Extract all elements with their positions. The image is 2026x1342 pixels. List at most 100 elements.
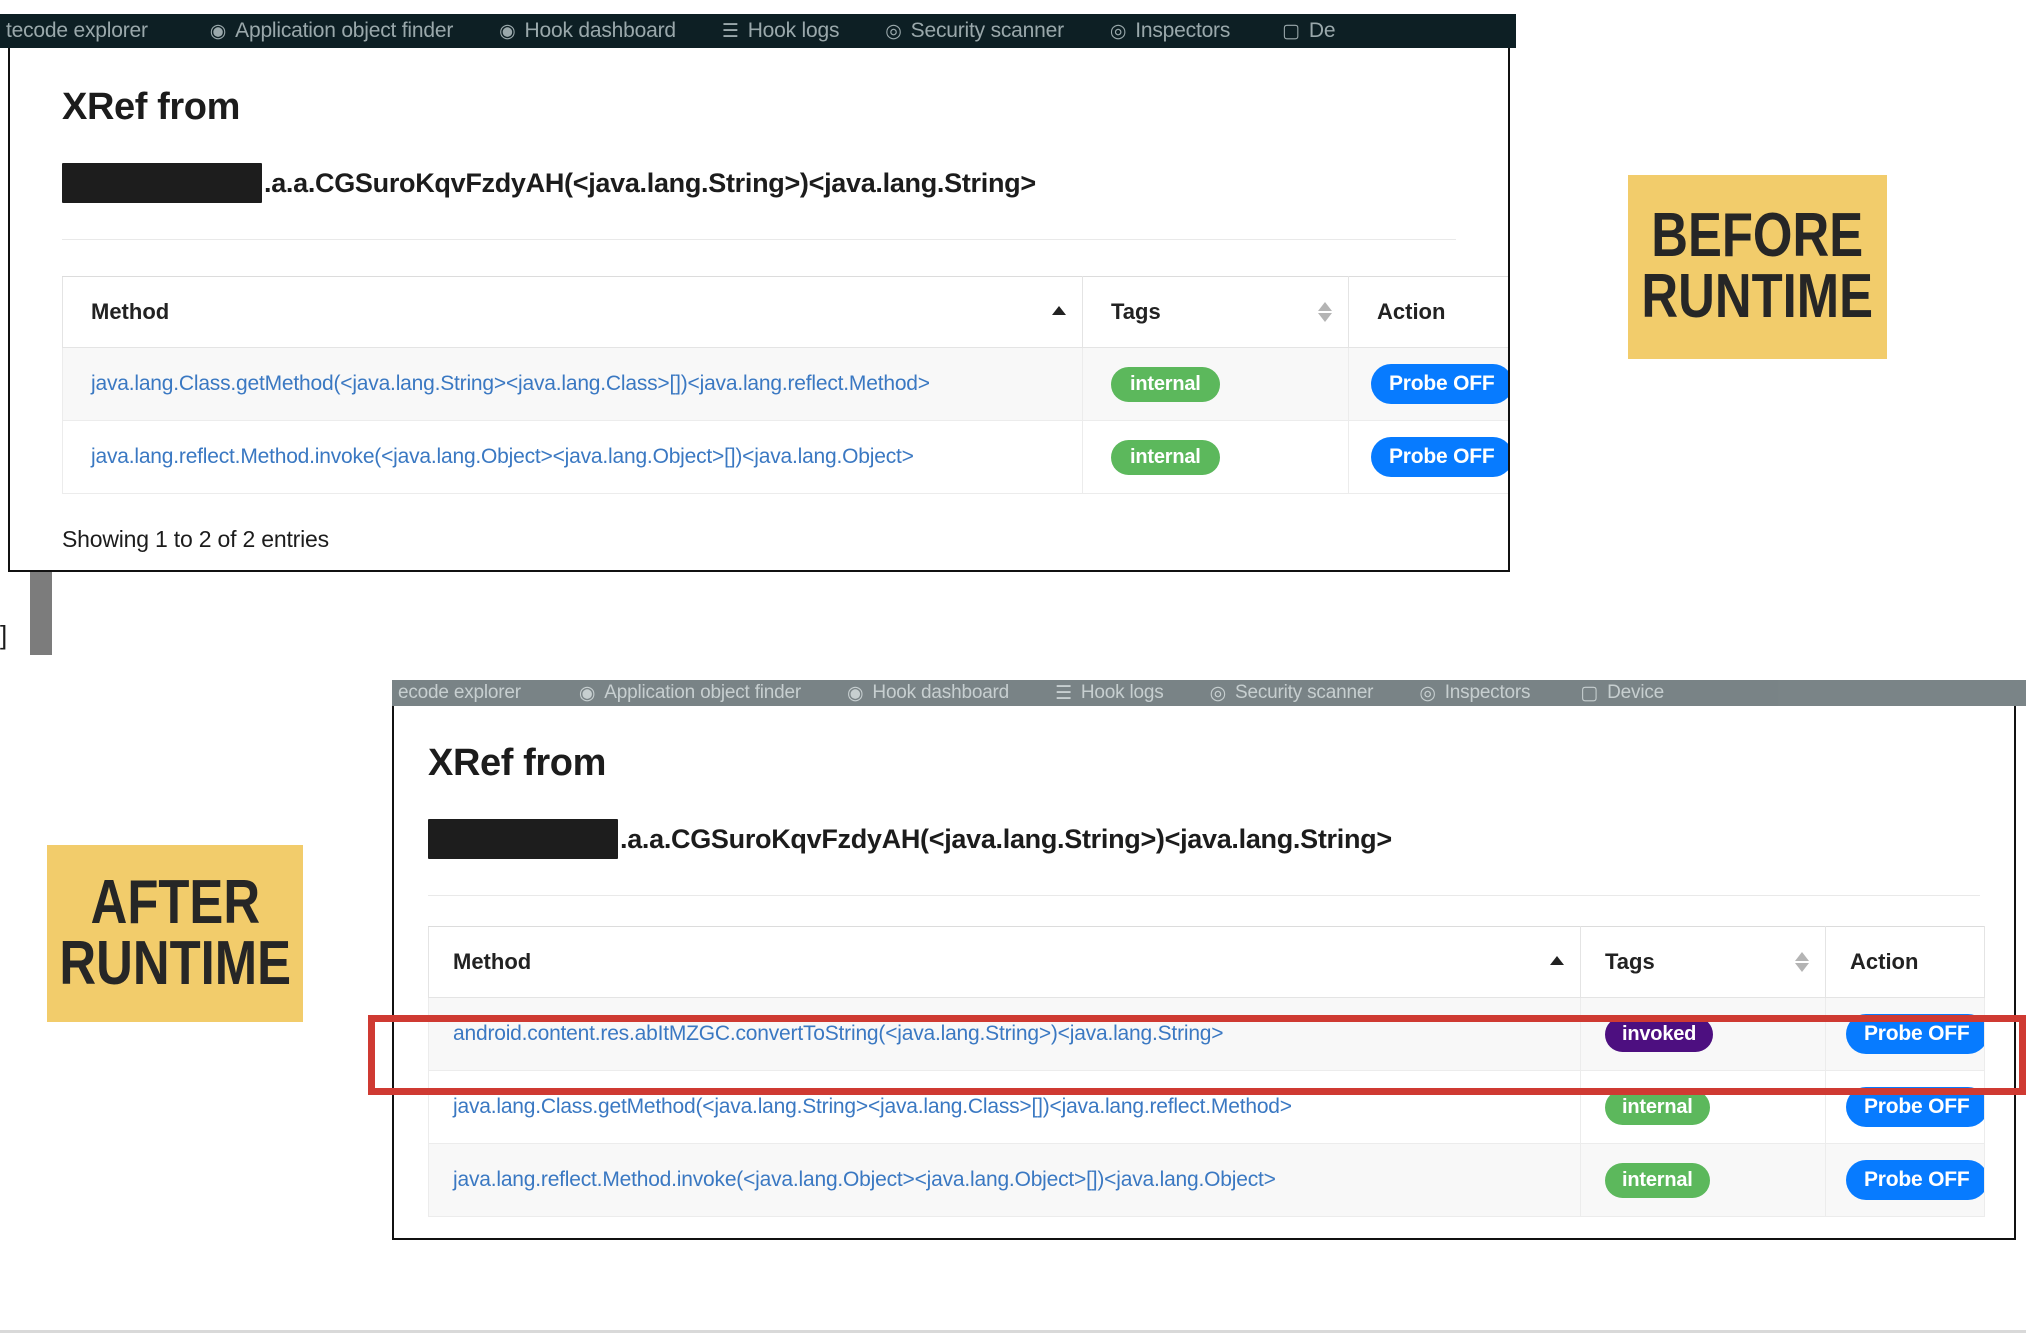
eye-icon: ◉ [499, 20, 516, 42]
column-header-action: Action [1348, 276, 1508, 348]
cell-method: java.lang.reflect.Method.invoke(<java.la… [62, 420, 1083, 494]
column-header-action: Action [1825, 926, 1985, 998]
nav-item-security-scanner[interactable]: ◎ Security scanner [1210, 682, 1374, 704]
column-label: Tags [1111, 299, 1161, 324]
nav-item-inspectors[interactable]: ◎ Inspectors [1419, 682, 1530, 704]
nav-item-application-object-finder[interactable]: ◉ Application object finder [579, 682, 801, 704]
probe-toggle-button[interactable]: Probe OFF [1846, 1087, 1984, 1127]
nav-item-bytecode-explorer[interactable]: ecode explorer [398, 682, 521, 704]
cell-tags: internal [1580, 1143, 1826, 1217]
nav-item-device[interactable]: ▢ De [1282, 19, 1335, 43]
nav-item-hook-dashboard[interactable]: ◉ Hook dashboard [847, 682, 1009, 704]
after-runtime-window: ecode explorer ◉ Application object find… [392, 680, 2026, 1240]
xref-table-after: Method Tags Action android.content.res.a… [428, 926, 1985, 1217]
table-row: java.lang.Class.getMethod(<java.lang.Str… [428, 1070, 1985, 1144]
xref-panel-before: XRef from .a.a.CGSuroKqvFzdyAH(<java.lan… [8, 48, 1510, 572]
column-header-method[interactable]: Method [62, 276, 1083, 348]
device-icon: ▢ [1282, 20, 1300, 42]
column-header-tags[interactable]: Tags [1082, 276, 1349, 348]
stack-icon: ☰ [721, 20, 739, 42]
method-link[interactable]: java.lang.reflect.Method.invoke(<java.la… [453, 1168, 1276, 1191]
page-title: XRef from [62, 86, 240, 128]
nav-label: Hook logs [747, 19, 840, 42]
xref-panel-after: XRef from .a.a.CGSuroKqvFzdyAH(<java.lan… [392, 706, 2016, 1240]
nav-item-hook-dashboard[interactable]: ◉ Hook dashboard [499, 19, 676, 43]
nav-label: Hook dashboard [524, 19, 677, 42]
status-badge: internal [1111, 366, 1220, 402]
page-title: XRef from [428, 742, 606, 784]
panel-divider [62, 239, 1456, 240]
target-icon: ◎ [1209, 682, 1227, 704]
sort-both-icon[interactable] [1795, 952, 1809, 972]
callout-line-1: AFTER [90, 867, 260, 937]
nav-label: Application object finder [235, 19, 454, 42]
probe-toggle-button[interactable]: Probe OFF [1371, 437, 1508, 477]
nav-label: Inspectors [1135, 19, 1231, 42]
xref-table-before: Method Tags Action java.lang.Class.getMe… [62, 276, 1508, 494]
nav-item-application-object-finder[interactable]: ◉ Application object finder [210, 19, 454, 43]
eye-icon: ◉ [847, 682, 864, 704]
target-icon: ◎ [885, 20, 902, 42]
cell-method: java.lang.reflect.Method.invoke(<java.la… [428, 1143, 1581, 1217]
status-badge: internal [1605, 1162, 1710, 1198]
table-row: java.lang.reflect.Method.invoke(<java.la… [62, 420, 1508, 494]
nav-label: Inspectors [1444, 682, 1531, 703]
column-label: Action [1850, 949, 1919, 974]
callout-before-runtime: BEFORE RUNTIME [1628, 175, 1887, 359]
cell-method: java.lang.Class.getMethod(<java.lang.Str… [62, 347, 1083, 421]
method-link[interactable]: java.lang.reflect.Method.invoke(<java.la… [91, 445, 914, 468]
nav-item-inspectors[interactable]: ◎ Inspectors [1110, 19, 1230, 43]
nav-item-device[interactable]: ▢ Device [1580, 682, 1664, 704]
column-label: Tags [1605, 949, 1655, 974]
probe-toggle-button[interactable]: Probe OFF [1846, 1014, 1984, 1054]
device-icon: ▢ [1580, 682, 1599, 704]
nav-item-hook-logs[interactable]: ☰ Hook logs [721, 19, 840, 43]
callout-line-2: RUNTIME [1641, 262, 1874, 331]
status-badge: invoked [1605, 1016, 1714, 1052]
nav-label: tecode explorer [6, 19, 148, 42]
sort-both-icon[interactable] [1318, 302, 1332, 322]
table-body: android.content.res.abItMZGC.convertToSt… [428, 997, 1985, 1217]
table-info-text: Showing 1 to 2 of 2 entries [62, 526, 329, 552]
top-navbar: tecode explorer ◉ Application object fin… [0, 14, 1516, 48]
table-row: java.lang.Class.getMethod(<java.lang.Str… [62, 347, 1508, 421]
stray-bracket-fragment: ] [0, 620, 8, 650]
nav-label: Security scanner [1235, 682, 1374, 703]
cell-tags: internal [1082, 420, 1349, 494]
cell-tags: internal [1580, 1070, 1826, 1144]
nav-item-bytecode-explorer[interactable]: tecode explorer [6, 19, 148, 43]
cell-action: Probe OFF [1348, 347, 1508, 421]
stack-icon: ☰ [1055, 682, 1072, 704]
cell-action: Probe OFF [1348, 420, 1508, 494]
method-link[interactable]: android.content.res.abItMZGC.convertToSt… [453, 1022, 1224, 1045]
nav-label: De [1308, 19, 1336, 42]
nav-item-hook-logs[interactable]: ☰ Hook logs [1055, 682, 1164, 704]
cell-action: Probe OFF [1825, 1143, 1985, 1217]
table-header-row: Method Tags Action [428, 926, 1985, 998]
before-runtime-window: tecode explorer ◉ Application object fin… [0, 14, 1516, 572]
method-link[interactable]: java.lang.Class.getMethod(<java.lang.Str… [453, 1095, 1292, 1118]
table-body: java.lang.Class.getMethod(<java.lang.Str… [62, 347, 1508, 494]
nav-item-security-scanner[interactable]: ◎ Security scanner [885, 19, 1064, 43]
sort-ascending-icon[interactable] [1550, 952, 1564, 972]
probe-toggle-button[interactable]: Probe OFF [1846, 1160, 1984, 1200]
probe-toggle-button[interactable]: Probe OFF [1371, 364, 1508, 404]
table-row-invoked: android.content.res.abItMZGC.convertToSt… [428, 997, 1985, 1071]
panel-divider [428, 895, 1980, 896]
page-bottom-rule [0, 1330, 2026, 1333]
xref-subtitle: .a.a.CGSuroKqvFzdyAH(<java.lang.String>)… [62, 163, 1456, 203]
nav-label: Security scanner [910, 19, 1064, 42]
cell-method: android.content.res.abItMZGC.convertToSt… [428, 997, 1581, 1071]
column-header-method[interactable]: Method [428, 926, 1581, 998]
nav-label: Hook dashboard [872, 682, 1010, 703]
status-badge: internal [1111, 439, 1220, 475]
eye-icon: ◉ [578, 682, 596, 704]
nav-label: ecode explorer [398, 682, 521, 703]
sort-ascending-icon[interactable] [1052, 302, 1066, 322]
column-header-tags[interactable]: Tags [1580, 926, 1826, 998]
column-label: Action [1377, 299, 1446, 324]
table-row: java.lang.reflect.Method.invoke(<java.la… [428, 1143, 1985, 1217]
nav-label: Application object finder [604, 682, 802, 703]
method-link[interactable]: java.lang.Class.getMethod(<java.lang.Str… [91, 372, 930, 395]
nav-label: Hook logs [1080, 682, 1164, 703]
